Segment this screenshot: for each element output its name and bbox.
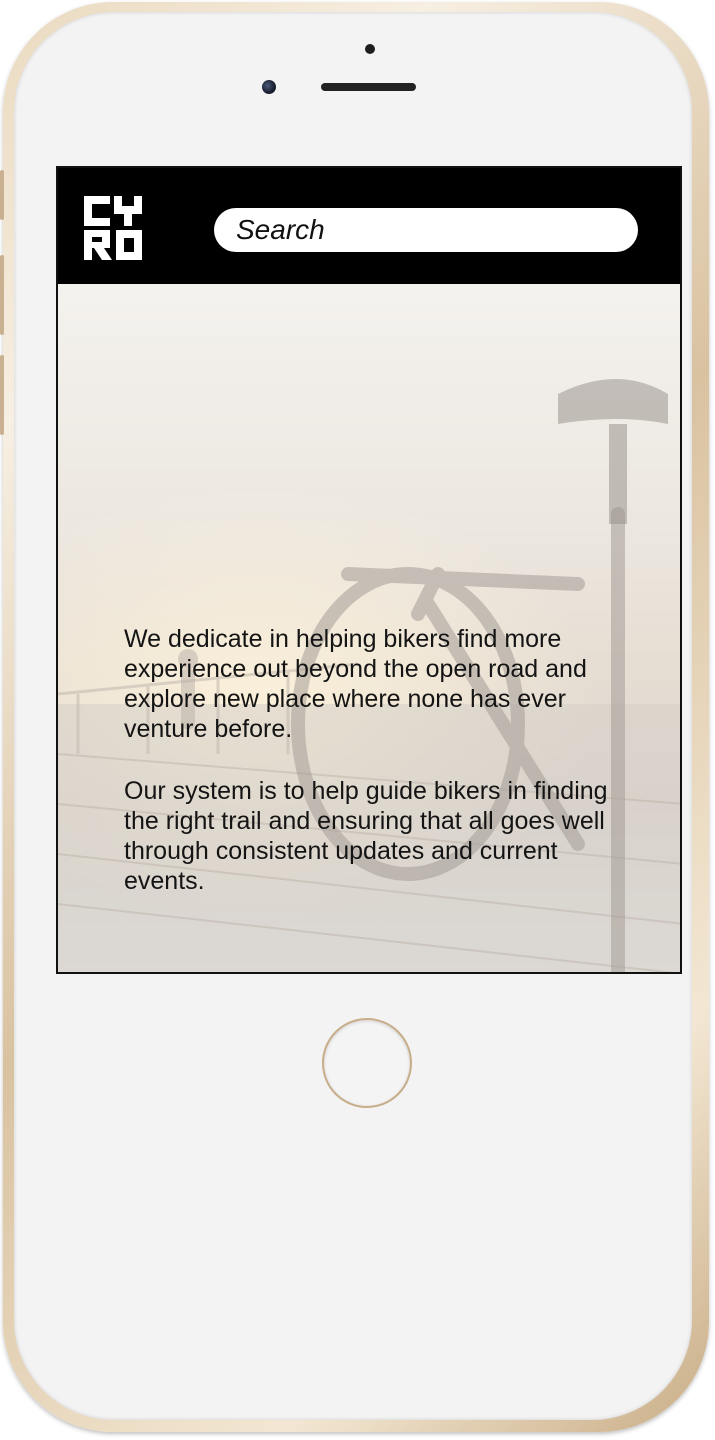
proximity-sensor: [365, 44, 375, 54]
app-screen: We dedicate in helping bikers find more …: [56, 166, 682, 974]
volume-up-button: [0, 255, 4, 335]
app-header: [58, 168, 680, 284]
volume-down-button: [0, 355, 4, 435]
phone-frame: We dedicate in helping bikers find more …: [0, 0, 715, 1440]
front-camera-icon: [262, 80, 276, 94]
intro-paragraph-2: Our system is to help guide bikers in fi…: [124, 777, 608, 895]
mute-switch: [0, 170, 4, 220]
cyro-logo[interactable]: [82, 192, 144, 264]
intro-paragraph-1: We dedicate in helping bikers find more …: [124, 625, 587, 743]
hero-background: We dedicate in helping bikers find more …: [58, 284, 680, 972]
earpiece-speaker: [321, 83, 416, 91]
home-button-icon[interactable]: [322, 1018, 412, 1108]
search-input[interactable]: [214, 208, 638, 252]
intro-text: We dedicate in helping bikers find more …: [124, 624, 624, 928]
